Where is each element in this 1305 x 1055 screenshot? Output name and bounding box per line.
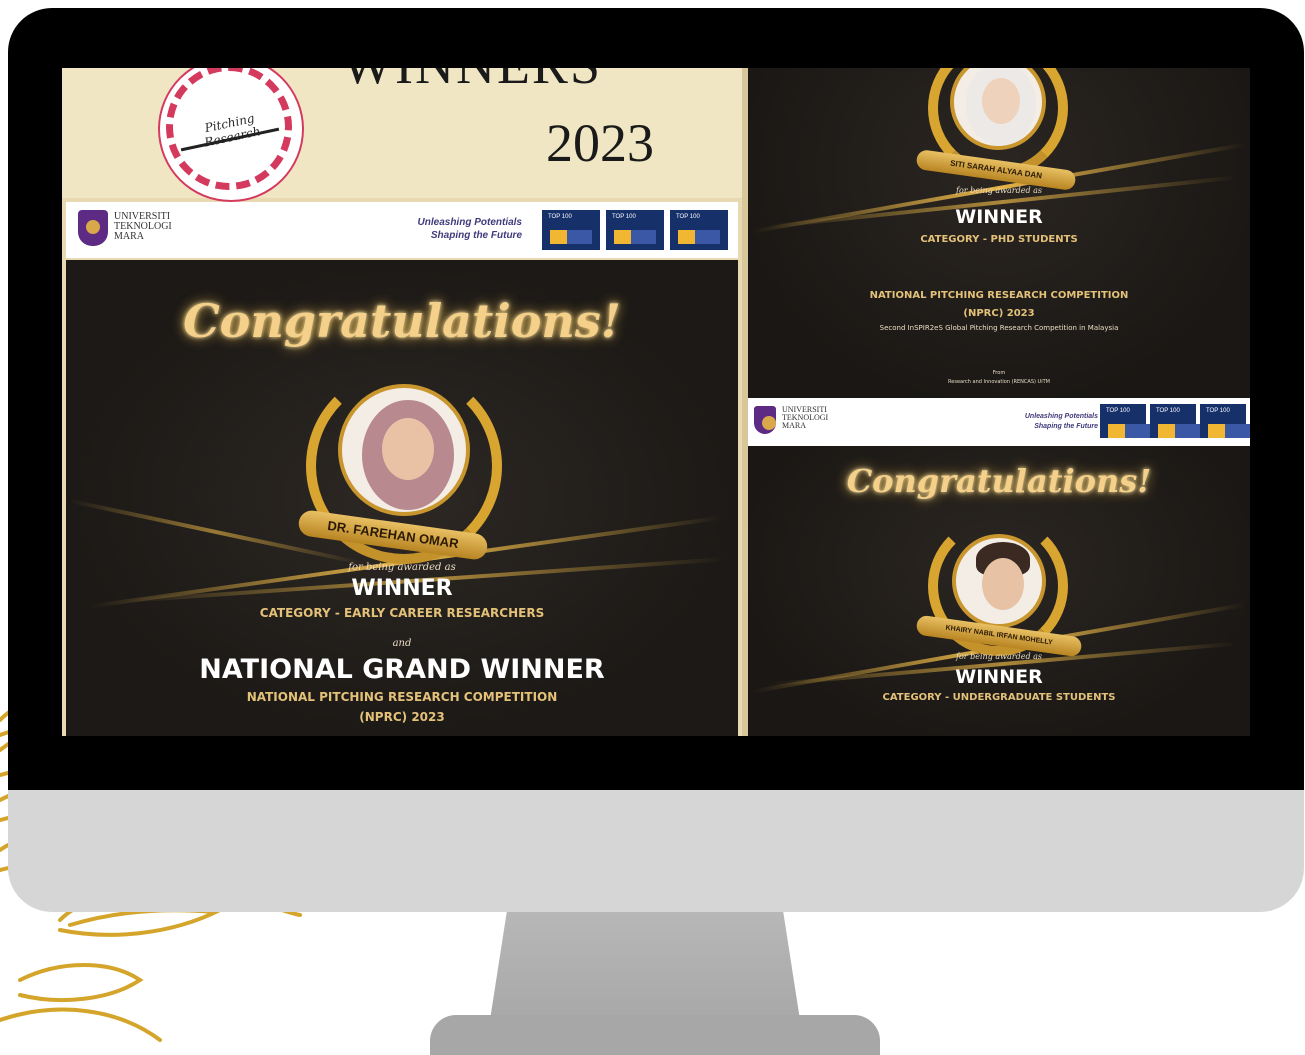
winner-photo (952, 534, 1046, 628)
ranking-label: TOP 100 (676, 214, 700, 220)
monitor-chin (8, 780, 1304, 912)
right-bottom-poster: Congratulations! KHAIRY NABIL IRFAN MOHE… (748, 446, 1250, 736)
ranking-badge: TOP 100 (1200, 404, 1250, 438)
congratulations-poster: Congratulations! DR. FAREHAN OMAR for be… (66, 260, 738, 736)
winner-category: CATEGORY - PHD STUDENTS (920, 234, 1078, 245)
pitching-research-badge: Pitching Research (158, 68, 304, 202)
competition-year: (NPRC) 2023 (359, 710, 445, 724)
right-top-poster: SITI SARAH ALYAA DAN for being awarded a… (748, 68, 1250, 398)
left-poster: Pitching Research WINNERS 2023 UNIVERSIT… (62, 68, 742, 736)
uitm-crest-icon (78, 210, 108, 246)
awarded-text: for being awarded as (348, 562, 456, 573)
face-shape (382, 418, 434, 480)
and-text: and (392, 638, 412, 649)
winner-title: WINNER (955, 666, 1043, 688)
university-name: UNIVERSITI TEKNOLOGI MARA (114, 211, 172, 242)
uitm-crest-icon (754, 406, 776, 434)
ranking-label: TOP 100 (612, 214, 636, 220)
face-shape (982, 78, 1020, 124)
ranking-label: TOP 100 (1156, 408, 1180, 414)
face-shape (982, 558, 1024, 610)
winner-category: CATEGORY - UNDERGRADUATE STUDENTS (882, 692, 1116, 703)
competition-year: (NPRC) 2023 (963, 308, 1035, 319)
winner-title: WINNER (955, 206, 1043, 228)
ranking-badge: TOP 100 (542, 210, 600, 250)
congratulations-title: Congratulations! (183, 294, 621, 348)
ranking-badge: TOP 100 (606, 210, 664, 250)
winner-photo (338, 384, 470, 516)
winner-category: CATEGORY - EARLY CAREER RESEARCHERS (259, 606, 545, 620)
university-bar: UNIVERSITI TEKNOLOGI MARA Unleashing Pot… (748, 398, 1250, 446)
awarded-text: for being awarded as (956, 652, 1042, 661)
monitor-stand-base (430, 1015, 880, 1055)
university-slogan: Unleashing Potentials Shaping the Future (1024, 413, 1098, 430)
competition-name: NATIONAL PITCHING RESEARCH COMPETITION (869, 290, 1129, 301)
ranking-label: TOP 100 (1106, 408, 1130, 414)
monitor-stand-neck (490, 900, 800, 1020)
poster-header: Pitching Research WINNERS 2023 (62, 68, 742, 202)
university-name: UNIVERSITI TEKNOLOGI MARA (782, 405, 829, 430)
grand-winner-title: NATIONAL GRAND WINNER (199, 654, 605, 685)
from-organisation: Research and Innovation (RENCAS) UiTM (948, 379, 1050, 385)
winners-heading: WINNERS (342, 68, 602, 96)
ranking-badge: TOP 100 (1150, 404, 1200, 438)
from-label: From (992, 370, 1006, 376)
winner-title: WINNER (351, 576, 453, 601)
ranking-label: TOP 100 (1206, 408, 1230, 414)
congratulations-title: Congratulations! (846, 462, 1152, 500)
competition-name: NATIONAL PITCHING RESEARCH COMPETITION (246, 690, 558, 704)
university-bar: UNIVERSITI TEKNOLOGI MARA Unleashing Pot… (66, 202, 738, 258)
ranking-badge: TOP 100 (1100, 404, 1150, 438)
competition-subtitle: Second InSPIR2eS Global Pitching Researc… (879, 324, 1119, 332)
ranking-badge: TOP 100 (670, 210, 728, 250)
monitor-screen: Pitching Research WINNERS 2023 UNIVERSIT… (62, 68, 1250, 736)
university-slogan: Unleashing Potentials Shaping the Future (417, 217, 522, 241)
awarded-text: for being awarded as (956, 186, 1042, 195)
ranking-label: TOP 100 (548, 214, 572, 220)
year-heading: 2023 (546, 113, 654, 173)
